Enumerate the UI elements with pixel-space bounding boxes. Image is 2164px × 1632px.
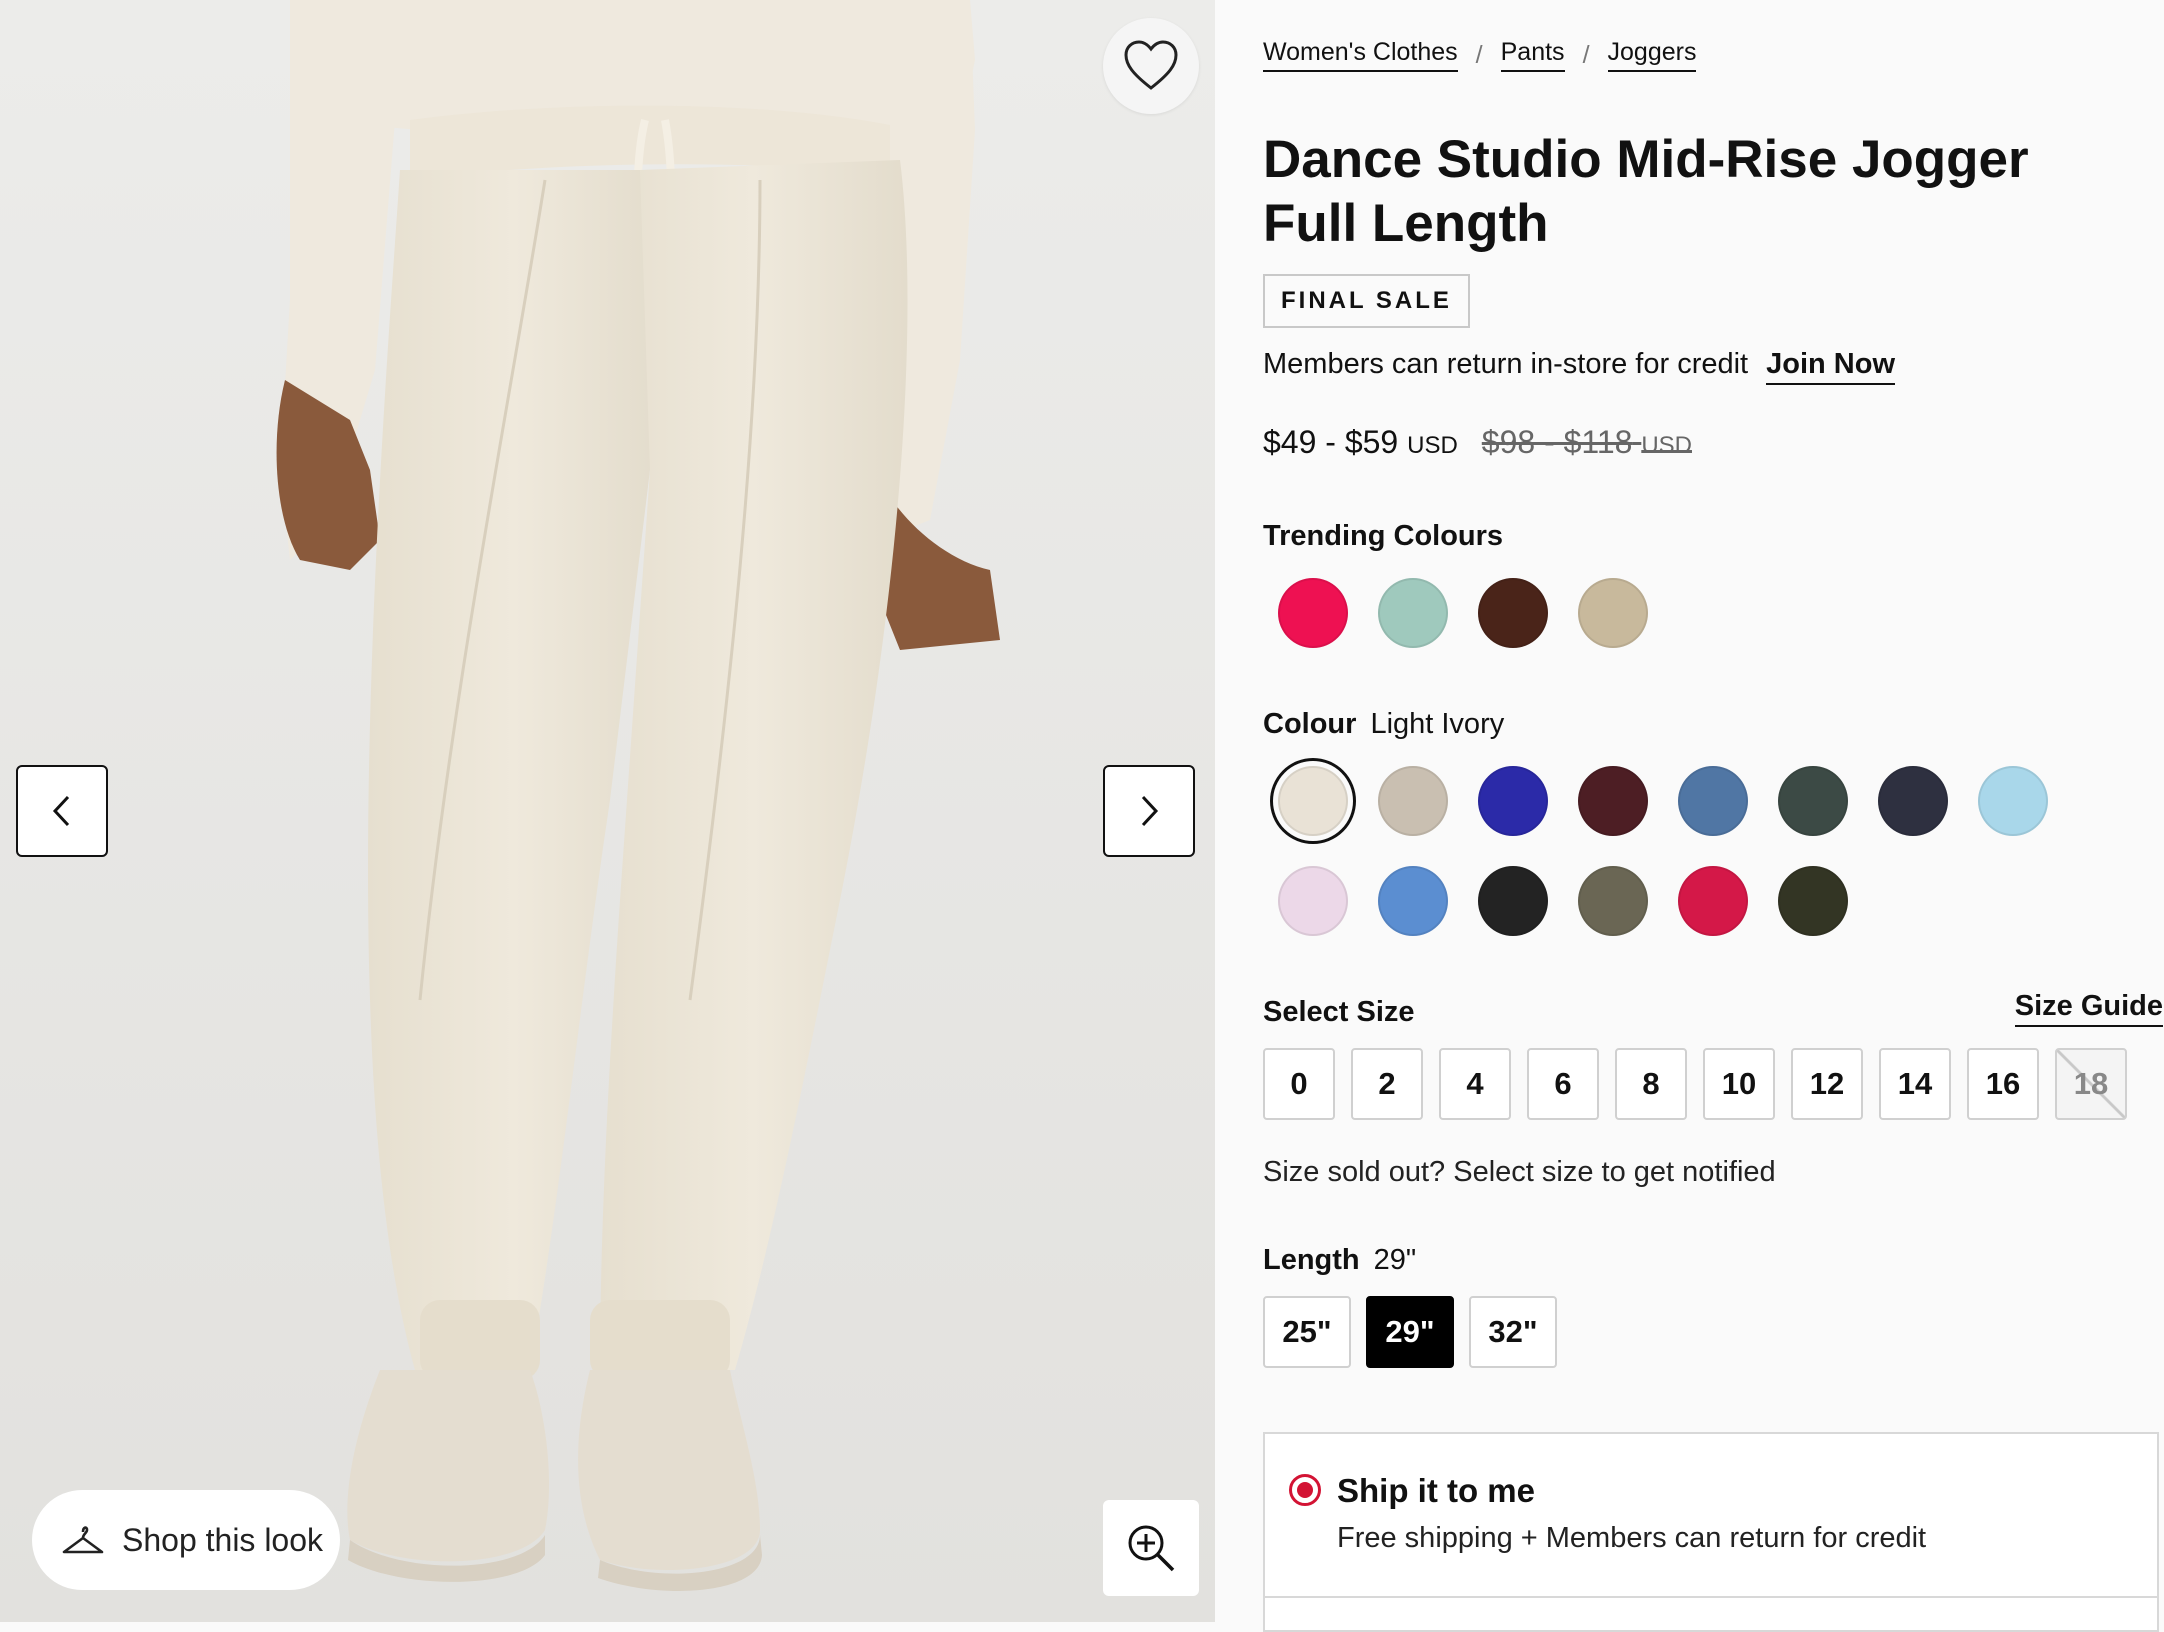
product-title: Dance Studio Mid-Rise Jogger Full Length bbox=[1263, 128, 2123, 256]
trending-colour-swatch[interactable] bbox=[1578, 578, 1648, 648]
trending-colour-swatch[interactable] bbox=[1278, 578, 1348, 648]
original-price-currency: USD bbox=[1641, 432, 1692, 459]
length-option-32in[interactable]: 32" bbox=[1469, 1296, 1557, 1368]
product-image-gallery: Shop this look bbox=[0, 0, 1215, 1622]
final-sale-badge: FINAL SALE bbox=[1263, 274, 1470, 328]
colour-swatch[interactable] bbox=[1578, 766, 1648, 836]
size-option-2[interactable]: 2 bbox=[1351, 1048, 1423, 1120]
size-option-18[interactable]: 18 bbox=[2055, 1048, 2127, 1120]
heart-icon bbox=[1124, 40, 1178, 90]
product-info-panel: Women's Clothes / Pants / Joggers Dance … bbox=[1263, 0, 2163, 1632]
zoom-in-icon bbox=[1128, 1525, 1175, 1572]
colour-swatch[interactable] bbox=[1378, 866, 1448, 936]
size-option-16[interactable]: 16 bbox=[1967, 1048, 2039, 1120]
colour-label: Colour Light Ivory bbox=[1263, 708, 1504, 741]
ship-option-title: Ship it to me bbox=[1337, 1472, 1535, 1509]
colour-swatch-selected[interactable] bbox=[1270, 758, 1356, 844]
chevron-left-icon bbox=[52, 795, 70, 827]
wishlist-button[interactable] bbox=[1103, 18, 1199, 114]
zoom-button[interactable] bbox=[1103, 1500, 1199, 1596]
ship-radio-selected[interactable] bbox=[1289, 1474, 1321, 1506]
previous-image-button[interactable] bbox=[16, 765, 108, 857]
ship-to-me-option[interactable]: Ship it to me Free shipping + Members ca… bbox=[1263, 1432, 2159, 1632]
trending-colours-label: Trending Colours bbox=[1263, 520, 1504, 552]
hanger-icon bbox=[62, 1526, 104, 1554]
colour-swatch[interactable] bbox=[1778, 866, 1848, 936]
length-label: Length 29" bbox=[1263, 1244, 1416, 1277]
size-option-8[interactable]: 8 bbox=[1615, 1048, 1687, 1120]
colour-swatch[interactable] bbox=[1478, 766, 1548, 836]
colour-label-text: Colour bbox=[1263, 708, 1357, 740]
product-title-line-1: Dance Studio Mid-Rise Jogger bbox=[1263, 130, 2029, 189]
colour-swatch[interactable] bbox=[1478, 866, 1548, 936]
colour-swatch[interactable] bbox=[1278, 866, 1348, 936]
next-image-button[interactable] bbox=[1103, 765, 1195, 857]
length-label-text: Length bbox=[1263, 1244, 1360, 1276]
size-option-6[interactable]: 6 bbox=[1527, 1048, 1599, 1120]
size-option-0[interactable]: 0 bbox=[1263, 1048, 1335, 1120]
selected-colour-name: Light Ivory bbox=[1370, 708, 1505, 740]
shop-this-look-label: Shop this look bbox=[122, 1521, 324, 1558]
trending-colour-swatch[interactable] bbox=[1378, 578, 1448, 648]
original-price-value: $98 - $118 bbox=[1481, 424, 1633, 460]
colour-swatch[interactable] bbox=[1678, 866, 1748, 936]
breadcrumb-womens-clothes[interactable]: Women's Clothes bbox=[1263, 38, 1458, 72]
colour-swatch[interactable] bbox=[1378, 766, 1448, 836]
colour-swatch[interactable] bbox=[1978, 766, 2048, 836]
colour-swatch[interactable] bbox=[1578, 866, 1648, 936]
product-photo bbox=[0, 0, 1215, 1622]
divider bbox=[1265, 1596, 2157, 1598]
breadcrumb: Women's Clothes / Pants / Joggers bbox=[1263, 38, 1697, 72]
size-notify-text: Size sold out? Select size to get notifi… bbox=[1263, 1156, 1776, 1188]
colour-swatch[interactable] bbox=[1678, 766, 1748, 836]
breadcrumb-separator: / bbox=[1582, 40, 1590, 69]
current-price-value: $49 - $59 bbox=[1263, 424, 1399, 460]
join-now-link[interactable]: Join Now bbox=[1766, 348, 1896, 385]
size-option-4[interactable]: 4 bbox=[1439, 1048, 1511, 1120]
member-return-info: Members can return in-store for credit J… bbox=[1263, 348, 1896, 385]
size-guide-link[interactable]: Size Guide bbox=[2014, 990, 2163, 1027]
size-option-14[interactable]: 14 bbox=[1879, 1048, 1951, 1120]
size-option-10[interactable]: 10 bbox=[1703, 1048, 1775, 1120]
product-title-line-2: Full Length bbox=[1263, 194, 1549, 253]
chevron-right-icon bbox=[1141, 795, 1159, 827]
current-price: $49 - $59 USD bbox=[1263, 424, 1458, 461]
member-return-text: Members can return in-store for credit bbox=[1263, 348, 1749, 380]
colour-swatch[interactable] bbox=[1778, 766, 1848, 836]
original-price: $98 - $118 USD bbox=[1482, 424, 1692, 461]
ship-option-subtitle: Free shipping + Members can return for c… bbox=[1337, 1522, 1927, 1554]
breadcrumb-pants[interactable]: Pants bbox=[1500, 38, 1565, 72]
size-option-12[interactable]: 12 bbox=[1791, 1048, 1863, 1120]
colour-swatch[interactable] bbox=[1878, 766, 1948, 836]
selected-length: 29" bbox=[1373, 1244, 1417, 1276]
breadcrumb-separator: / bbox=[1475, 40, 1483, 69]
price: $49 - $59 USD $98 - $118 USD bbox=[1263, 424, 1692, 461]
current-price-currency: USD bbox=[1407, 432, 1458, 459]
shop-this-look-button[interactable]: Shop this look bbox=[32, 1490, 340, 1590]
select-size-label: Select Size bbox=[1263, 996, 1415, 1028]
trending-colour-swatch[interactable] bbox=[1478, 578, 1548, 648]
length-option-29in[interactable]: 29" bbox=[1366, 1296, 1454, 1368]
length-option-25in[interactable]: 25" bbox=[1263, 1296, 1351, 1368]
breadcrumb-joggers[interactable]: Joggers bbox=[1607, 38, 1697, 72]
